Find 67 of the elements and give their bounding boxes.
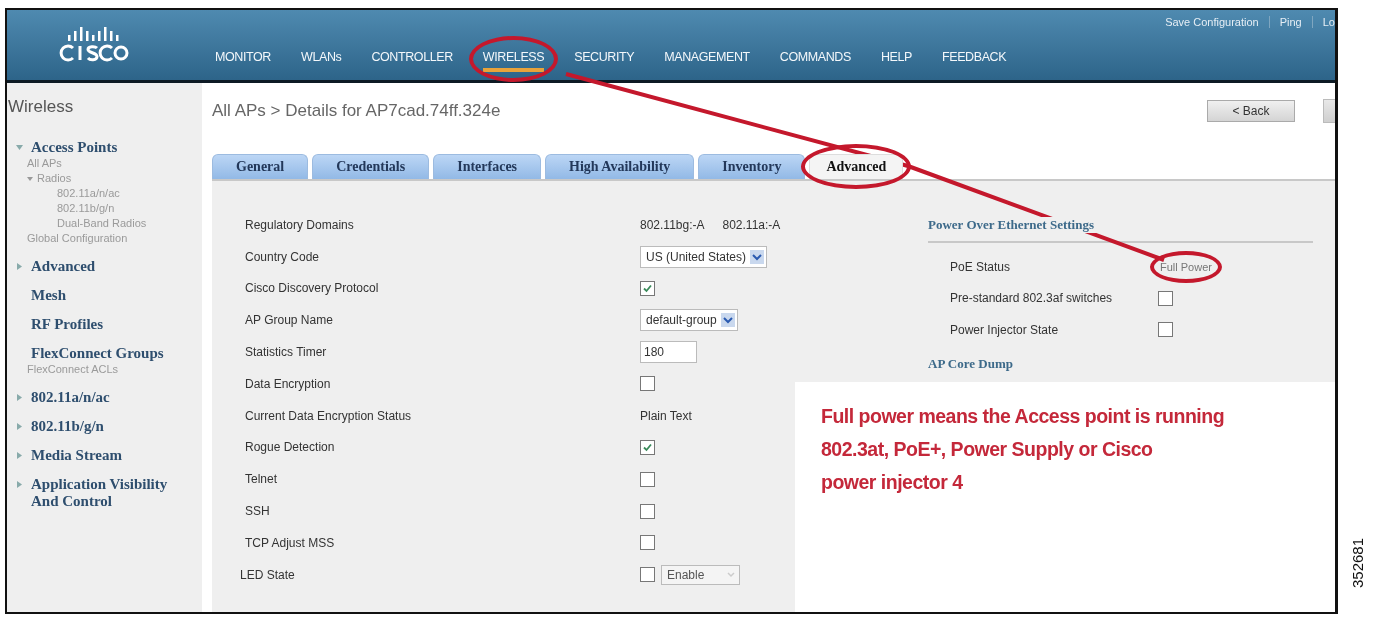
field-label: Cisco Discovery Protocol: [245, 281, 380, 296]
nav-menu-item[interactable]: WIRELESS: [482, 50, 545, 72]
tab[interactable]: Advanced: [809, 154, 904, 179]
nav-menu-item[interactable]: FEEDBACK: [942, 50, 1007, 72]
checkbox[interactable]: [640, 535, 655, 551]
sidebar-item[interactable]: FlexConnect Groups: [31, 345, 191, 362]
field-value: 802.11bg:-A: [640, 217, 705, 232]
nav-menu-item[interactable]: MONITOR: [215, 50, 271, 72]
sidebar-item[interactable]: Application Visibility And Control: [31, 476, 191, 510]
sidebar-title: Wireless: [8, 97, 75, 117]
checkmark-icon: [642, 283, 653, 294]
header-link[interactable]: Lo: [1322, 16, 1335, 28]
field-label: Power Injector State: [950, 322, 1060, 337]
checkbox[interactable]: [1158, 290, 1173, 306]
field-label: LED State: [240, 567, 296, 582]
sidebar-item[interactable]: Mesh: [31, 287, 191, 304]
checkbox[interactable]: [640, 471, 655, 487]
checkbox[interactable]: [640, 376, 655, 392]
field-label: AP Group Name: [245, 313, 334, 328]
cisco-logo-icon: [59, 27, 129, 63]
tab[interactable]: General: [212, 154, 309, 179]
checkbox[interactable]: [1158, 322, 1173, 338]
field-label: TCP Adjust MSS: [245, 535, 336, 550]
field-label: Data Encryption: [245, 376, 332, 391]
checkbox[interactable]: [640, 281, 655, 296]
expanded-arrow-icon[interactable]: [27, 175, 33, 182]
field-label: Rogue Detection: [245, 440, 336, 455]
dropdown[interactable]: default-group: [640, 309, 738, 332]
field-label: PoE Status: [950, 259, 1012, 274]
tab[interactable]: Interfaces: [433, 154, 542, 179]
page-title: All APs > Details for AP7cad.74ff.324e: [212, 101, 502, 121]
nav-menu-item[interactable]: MANAGEMENT: [664, 50, 750, 72]
section-heading: Power Over Ethernet Settings: [928, 217, 1096, 233]
field-value: 802.11a:-A: [722, 217, 781, 232]
field-label: SSH: [245, 504, 271, 519]
nav-menu-item[interactable]: SECURITY: [574, 50, 635, 72]
sidebar-item[interactable]: Advanced: [31, 258, 191, 275]
sidebar-item[interactable]: RF Profiles: [31, 316, 191, 333]
checkmark-icon: [642, 441, 653, 453]
figure-number: 352681: [1347, 536, 1367, 591]
header-link[interactable]: Ping: [1279, 16, 1302, 28]
dropdown[interactable]: US (United States): [640, 245, 768, 268]
field-label: Telnet: [245, 472, 279, 487]
callout-text: Full power means the Access point is running 802.3at, PoE+, Power Supply or Cisco power injector 4: [821, 404, 1225, 495]
field-label: Statistics Timer: [245, 345, 328, 360]
nav-menu-item[interactable]: WLANs: [301, 50, 342, 72]
nav-menu-item[interactable]: CONTROLLER: [371, 50, 453, 72]
sidebar-item[interactable]: 802.11b/g/n: [31, 418, 191, 435]
field-label: Country Code: [245, 249, 321, 264]
header-link[interactable]: Save Configuration: [1165, 16, 1259, 28]
tab[interactable]: High Availability: [545, 154, 695, 179]
sidebar-item[interactable]: Access Points: [31, 139, 191, 156]
nav-menu-item[interactable]: HELP: [880, 50, 912, 72]
sidebar-item[interactable]: Media Stream: [31, 447, 191, 464]
field-value: Plain Text: [640, 408, 692, 423]
tab[interactable]: Credentials: [312, 154, 430, 179]
checkbox[interactable]: [640, 439, 655, 455]
input-field[interactable]: 180: [640, 341, 697, 364]
tab[interactable]: Inventory: [698, 154, 806, 179]
field-label: Pre-standard 802.3af switches: [950, 291, 1114, 306]
field-label: Current Data Encryption Status: [245, 408, 413, 423]
field-value: Full Power: [1160, 260, 1212, 273]
checkbox[interactable]: [640, 503, 655, 519]
sidebar-item[interactable]: 802.11a/n/ac: [31, 389, 191, 406]
field-label: Regulatory Domains: [245, 217, 355, 232]
nav-menu-item[interactable]: COMMANDS: [779, 50, 851, 72]
back-button[interactable]: < Back: [1207, 100, 1295, 122]
